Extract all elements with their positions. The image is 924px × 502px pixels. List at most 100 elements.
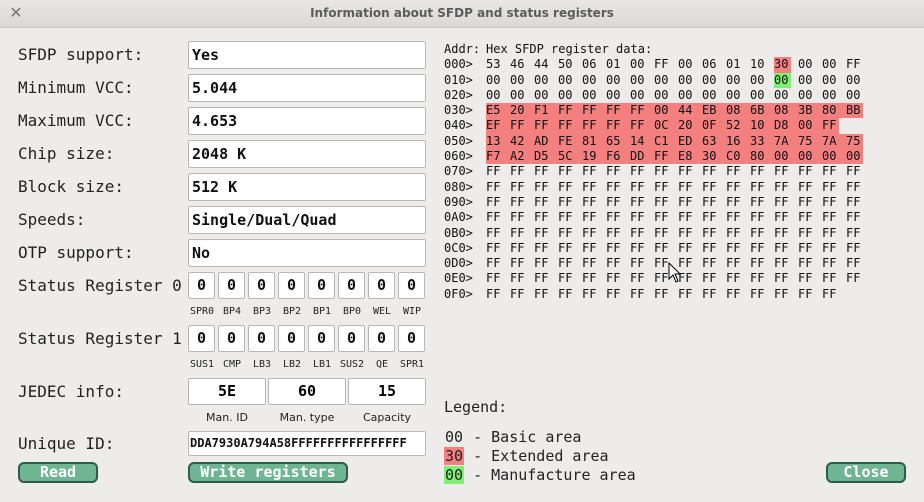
hex-byte: 6B	[750, 103, 774, 119]
hex-row-address: 0A0>	[444, 210, 473, 225]
hex-byte: FF	[582, 194, 597, 209]
jedec-caption: Capacity	[362, 411, 412, 424]
hex-byte: FF	[630, 164, 645, 179]
hex-row: 0B0> FF FF FF FF FF FF FF FF FF FF FF FF FF FF FF FF	[444, 226, 870, 241]
hex-byte: E8	[678, 149, 702, 165]
hex-byte: FF	[654, 57, 669, 72]
hex-byte: 00	[702, 87, 717, 102]
hex-byte: FF	[558, 194, 573, 209]
status-bit: 0	[308, 325, 335, 352]
hex-byte: F7	[486, 149, 510, 165]
hex-byte: 19	[582, 149, 606, 165]
status-bit: 0	[338, 325, 365, 352]
hex-byte: FF	[798, 164, 813, 179]
status-bit: 0	[398, 325, 425, 352]
hex-row-address: 000>	[444, 57, 473, 72]
hex-byte: FF	[654, 149, 678, 165]
hex-byte: FF	[582, 179, 597, 194]
hex-byte: FF	[846, 57, 861, 72]
hex-byte: FF	[486, 271, 501, 286]
status-bit-label: SUS1	[189, 359, 215, 370]
hex-byte: 00	[774, 87, 789, 102]
legend-item: 30 - Extended area	[444, 447, 609, 465]
hex-byte: 00	[798, 72, 813, 87]
hex-byte: FF	[678, 225, 693, 240]
hex-byte: FF	[558, 164, 573, 179]
hex-byte: FF	[510, 118, 534, 134]
hex-byte: FF	[774, 271, 789, 286]
hex-byte: FF	[654, 179, 669, 194]
hex-byte: FF	[534, 256, 549, 271]
hex-byte: FF	[606, 240, 621, 255]
hex-byte: FF	[534, 210, 549, 225]
hex-byte: 00	[486, 87, 501, 102]
mouse-cursor-icon	[668, 262, 682, 283]
legend-swatch: 00	[444, 466, 465, 484]
field-label: OTP support:	[18, 243, 134, 262]
hex-dump: Addr: Hex SFDP register data: 000> 53 46 44 50…	[444, 42, 870, 302]
hex-byte: FF	[558, 286, 573, 301]
read-button[interactable]: Read	[18, 462, 98, 483]
hex-byte: FF	[606, 118, 630, 134]
hex-byte: FF	[606, 286, 621, 301]
hex-byte: FF	[822, 286, 837, 301]
hex-byte: 00	[678, 57, 693, 72]
hex-byte: 00	[534, 72, 549, 87]
hex-byte: FF	[702, 271, 717, 286]
legend-swatch: 00	[445, 428, 464, 446]
hex-byte: DD	[630, 149, 654, 165]
field-value: 2048 K	[188, 140, 426, 168]
write-registers-button[interactable]: Write registers	[188, 462, 348, 483]
hex-byte: 00	[798, 87, 813, 102]
status-bit: 0	[368, 272, 395, 299]
status-bit-label: BP3	[252, 306, 272, 317]
hex-byte: FF	[774, 179, 789, 194]
hex-byte: FF	[750, 271, 765, 286]
hex-byte: FF	[798, 225, 813, 240]
title-bar: ✕ Information about SFDP and status regi…	[0, 0, 924, 28]
status-bit: 0	[218, 272, 245, 299]
legend-text: - Basic area	[464, 428, 582, 446]
legend-item: 00 - Manufacture area	[444, 466, 636, 484]
status-bit: 0	[308, 272, 335, 299]
hex-row-address: 0C0>	[444, 240, 473, 255]
hex-row-address: 070>	[444, 164, 473, 179]
hex-byte: FF	[846, 225, 861, 240]
hex-byte: FF	[606, 271, 621, 286]
hex-byte: 01	[606, 57, 621, 72]
status-bit: 0	[368, 325, 395, 352]
hex-byte: 00	[822, 87, 837, 102]
hex-byte: ED	[678, 133, 702, 150]
hex-byte: 00	[654, 72, 669, 87]
hex-header-title: Hex SFDP register data:	[486, 42, 653, 56]
hex-row: 030> E5 20 F1 FF FF FF FF 00 44 EB 08 6B 08 3B 80 BB	[444, 103, 870, 119]
status-bit: 0	[218, 325, 245, 352]
hex-byte: FF	[774, 240, 789, 255]
hex-byte: FF	[702, 164, 717, 179]
hex-row-address: 0F0>	[444, 286, 473, 301]
hex-byte: 5C	[558, 149, 582, 165]
status-bit-label: WIP	[402, 306, 422, 317]
hex-byte: FF	[654, 286, 669, 301]
hex-byte: 13	[486, 133, 510, 150]
hex-byte: FF	[582, 240, 597, 255]
close-button[interactable]: Close	[826, 462, 906, 483]
hex-byte: EF	[486, 118, 510, 134]
hex-byte: FF	[486, 286, 501, 301]
status-bit-label: SUS2	[339, 359, 365, 370]
hex-byte: FF	[822, 179, 837, 194]
hex-byte: FF	[678, 286, 693, 301]
hex-byte: FF	[558, 103, 582, 119]
hex-byte: FF	[606, 225, 621, 240]
hex-row: 060> F7 A2 D5 5C 19 F6 DD FF E8 30 C0 80 00 00 00 00	[444, 149, 870, 165]
hex-byte: FF	[534, 164, 549, 179]
hex-byte: 00	[630, 57, 645, 72]
field-label: Maximum VCC:	[18, 111, 134, 130]
hex-row-address: 020>	[444, 87, 473, 102]
hex-row: 040> EF FF FF FF FF FF FF 0C 20 0F 52 10 D8 00 FF	[444, 118, 870, 134]
jedec-label: JEDEC info:	[18, 382, 124, 401]
hex-byte: FF	[654, 240, 669, 255]
hex-byte: FF	[558, 179, 573, 194]
hex-byte: 46	[510, 57, 525, 72]
hex-byte: 0F	[702, 118, 726, 134]
